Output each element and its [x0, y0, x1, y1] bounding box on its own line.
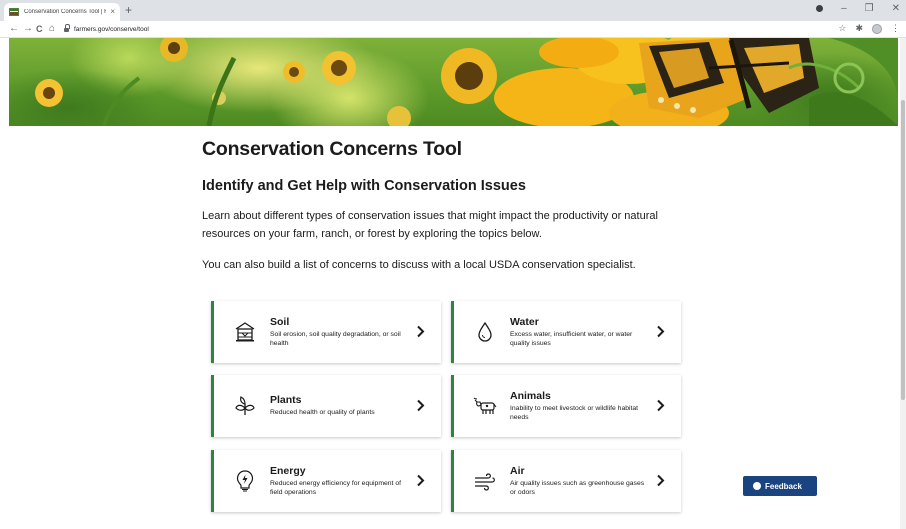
home-button[interactable]: ⌂ [49, 23, 55, 35]
cow-icon [473, 397, 497, 414]
address-bar[interactable]: farmers.gov/conserve/tool [60, 23, 838, 36]
sunflower-butterfly-illustration [9, 38, 898, 126]
browser-toolbar: ← → C ⌂ farmers.gov/conserve/tool ☆ ✱ ⋮ [0, 21, 906, 38]
topic-description: Reduced energy efficiency for equipment … [270, 479, 401, 497]
topic-card-soil[interactable]: Soil Soil erosion, soil quality degradat… [211, 301, 441, 363]
page-scrollbar[interactable] [900, 38, 906, 529]
topic-description: Reduced health or quality of plants [270, 409, 375, 417]
main-content: Conservation Concerns Tool Identify and … [202, 138, 702, 271]
topic-description: Soil erosion, soil quality degradation, … [270, 330, 401, 348]
energy-icon [236, 470, 254, 492]
extension-icon[interactable] [816, 5, 824, 12]
close-window-button[interactable]: ✕ [892, 3, 900, 14]
tab-title: Conservation Concerns Tool | Fa [24, 9, 107, 15]
chevron-right-icon [417, 474, 425, 487]
chevron-right-icon [417, 399, 425, 412]
topic-title: Animals [510, 389, 551, 402]
browser-menu-icon[interactable]: ⋮ [891, 23, 900, 34]
bookmark-star-icon[interactable]: ☆ [838, 23, 846, 34]
topic-description: Air quality issues such as greenhouse ga… [510, 479, 645, 497]
back-button[interactable]: ← [9, 23, 19, 35]
browser-tab[interactable]: Conservation Concerns Tool | Fa × [4, 3, 120, 21]
feedback-bubble-icon [753, 482, 761, 490]
window-controls: – ❐ ✕ [816, 3, 900, 14]
plant-icon [235, 396, 255, 415]
maximize-button[interactable]: ❐ [865, 3, 874, 14]
profile-avatar[interactable] [872, 23, 882, 34]
extensions-icon[interactable]: ✱ [855, 23, 863, 34]
chevron-right-icon [417, 325, 425, 338]
wind-icon [475, 473, 495, 491]
tab-close-button[interactable]: × [110, 8, 115, 16]
new-tab-button[interactable]: + [125, 3, 132, 17]
chevron-right-icon [657, 325, 665, 338]
scrollbar-thumb[interactable] [901, 100, 905, 400]
soil-icon [235, 322, 255, 342]
topic-card-water[interactable]: Water Excess water, insufficient water, … [451, 301, 681, 363]
usda-specialist-paragraph: You can also build a list of concerns to… [202, 259, 636, 271]
page-viewport: Conservation Concerns Tool Identify and … [0, 38, 906, 529]
water-drop-icon [478, 321, 492, 342]
topic-card-energy[interactable]: Energy Reduced energy efficiency for equ… [211, 450, 441, 512]
topic-title: Water [510, 315, 539, 328]
chevron-right-icon [657, 399, 665, 412]
hero-banner-image [9, 38, 898, 126]
page-title: Conservation Concerns Tool [202, 138, 462, 160]
topic-title: Plants [270, 394, 302, 407]
topic-card-animals[interactable]: Animals Inability to meet livestock or w… [451, 375, 681, 437]
chevron-right-icon [657, 474, 665, 487]
topic-title: Energy [270, 464, 306, 477]
topic-card-air[interactable]: Air Air quality issues such as greenhous… [451, 450, 681, 512]
feedback-label: Feedback [765, 481, 802, 491]
topic-title: Soil [270, 315, 290, 328]
page-subtitle: Identify and Get Help with Conservation … [202, 178, 526, 194]
toolbar-right-icons: ☆ ✱ ⋮ [838, 23, 900, 34]
feedback-button[interactable]: Feedback [743, 476, 817, 496]
intro-paragraph: Learn about different types of conservat… [202, 210, 658, 240]
forward-button[interactable]: → [23, 23, 33, 35]
lock-icon[interactable] [64, 23, 70, 33]
url-text[interactable]: farmers.gov/conserve/tool [74, 26, 149, 33]
topic-description: Inability to meet livestock or wildlife … [510, 404, 639, 422]
usda-favicon-icon [9, 8, 19, 16]
topic-card-plants[interactable]: Plants Reduced health or quality of plan… [211, 375, 441, 437]
reload-button[interactable]: C [36, 23, 43, 35]
topic-title: Air [510, 464, 525, 477]
minimize-button[interactable]: – [841, 3, 847, 14]
topic-description: Excess water, insufficient water, or wat… [510, 330, 633, 348]
browser-tab-strip: Conservation Concerns Tool | Fa × + – ❐ … [0, 0, 906, 21]
